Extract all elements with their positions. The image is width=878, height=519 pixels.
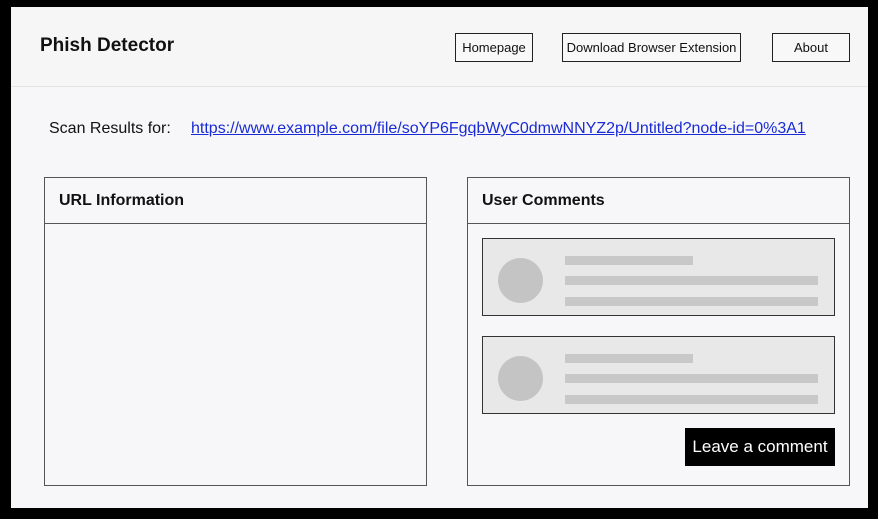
text-placeholder-line	[565, 256, 693, 265]
text-placeholder-line	[565, 354, 693, 363]
user-comments-title: User Comments	[468, 178, 849, 224]
text-placeholder-line	[565, 395, 818, 404]
app-title: Phish Detector	[40, 35, 175, 56]
url-information-title: URL Information	[45, 178, 426, 224]
user-comments-panel: User Comments Leave a comment	[467, 177, 850, 486]
comment-placeholder-card	[482, 336, 835, 414]
about-button[interactable]: About	[772, 33, 850, 62]
avatar-placeholder	[498, 258, 543, 303]
app-window: Phish Detector Homepage Download Browser…	[11, 7, 868, 508]
download-extension-button[interactable]: Download Browser Extension	[562, 33, 741, 62]
leave-comment-button[interactable]: Leave a comment	[685, 428, 835, 466]
avatar-placeholder	[498, 356, 543, 401]
scanned-url-link[interactable]: https://www.example.com/file/soYP6FgqbWy…	[191, 120, 806, 138]
text-placeholder-line	[565, 276, 818, 285]
url-information-panel: URL Information	[44, 177, 427, 486]
text-placeholder-line	[565, 374, 818, 383]
comment-placeholder-card	[482, 238, 835, 316]
top-navigation-bar: Phish Detector Homepage Download Browser…	[11, 7, 868, 87]
text-placeholder-line	[565, 297, 818, 306]
scan-results-label: Scan Results for:	[49, 120, 171, 137]
homepage-button[interactable]: Homepage	[455, 33, 533, 62]
